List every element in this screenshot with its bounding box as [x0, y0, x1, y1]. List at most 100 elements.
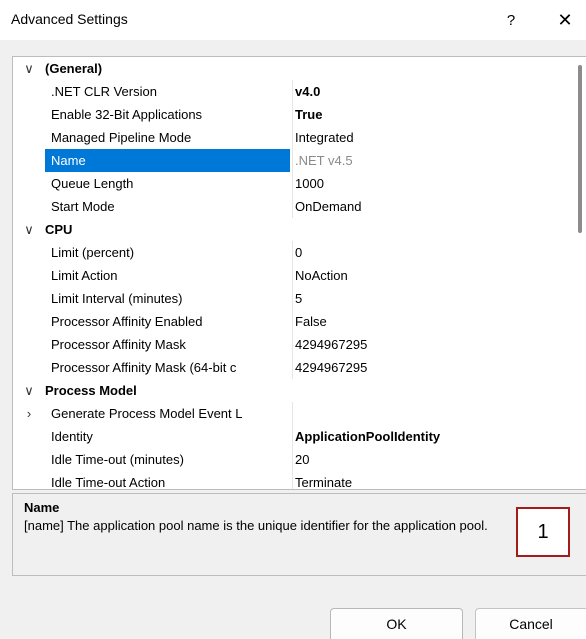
property-row[interactable]: Processor Affinity Mask 4294967295 [13, 333, 575, 356]
property-row[interactable]: Enable 32-Bit Applications True [13, 103, 575, 126]
column-divider [292, 287, 293, 310]
property-row[interactable]: Name .NET v4.5 [13, 149, 575, 172]
property-value[interactable]: 20 [294, 448, 574, 471]
property-row[interactable]: › Generate Process Model Event L [13, 402, 575, 425]
property-grid: ∨ (General) .NET CLR Version v4.0 Enable 32-… [12, 56, 586, 490]
cancel-button[interactable]: Cancel [475, 608, 586, 639]
row-gutter [13, 425, 45, 448]
description-title: Name [24, 500, 60, 515]
column-divider [292, 471, 293, 489]
column-divider [292, 126, 293, 149]
row-gutter [13, 356, 45, 379]
property-name: Limit Interval (minutes) [51, 291, 183, 306]
property-name: Processor Affinity Mask (64-bit c [51, 360, 237, 375]
column-divider [292, 241, 293, 264]
property-row[interactable]: Limit (percent) 0 [13, 241, 575, 264]
property-name: Processor Affinity Mask [51, 337, 186, 352]
property-row[interactable]: Limit Action NoAction [13, 264, 575, 287]
chevron-down-icon[interactable]: ∨ [13, 57, 45, 80]
property-row[interactable]: Managed Pipeline Mode Integrated [13, 126, 575, 149]
property-value[interactable] [294, 402, 574, 425]
description-panel: Name [name] The application pool name is… [12, 493, 586, 576]
column-divider [292, 195, 293, 218]
column-divider [292, 264, 293, 287]
property-row[interactable]: Identity ApplicationPoolIdentity [13, 425, 575, 448]
annotation-callout: 1 [516, 507, 570, 557]
close-button[interactable]: ✕ [550, 6, 580, 34]
column-divider [292, 80, 293, 103]
row-gutter [13, 333, 45, 356]
property-value[interactable]: 1000 [294, 172, 574, 195]
row-gutter [13, 471, 45, 489]
property-name: Processor Affinity Enabled [51, 314, 203, 329]
property-grid-rows: ∨ (General) .NET CLR Version v4.0 Enable 32-… [13, 57, 575, 490]
property-value[interactable]: ApplicationPoolIdentity [294, 425, 574, 448]
property-value[interactable]: .NET v4.5 [294, 149, 574, 172]
advanced-settings-dialog: Advanced Settings ? ✕ ∨ (General) .NET CLR… [0, 0, 586, 639]
property-name: Limit (percent) [51, 245, 135, 260]
column-divider [292, 149, 293, 172]
category-row[interactable]: ∨ (General) [13, 57, 575, 80]
column-divider [292, 172, 293, 195]
property-row[interactable]: Processor Affinity Mask (64-bit c 4294967… [13, 356, 575, 379]
property-value[interactable]: False [294, 310, 574, 333]
property-value[interactable]: v4.0 [294, 80, 574, 103]
vertical-scrollbar[interactable] [575, 57, 586, 489]
column-divider [292, 425, 293, 448]
chevron-down-icon[interactable]: ∨ [13, 379, 45, 402]
property-value[interactable]: 0 [294, 241, 574, 264]
row-gutter [13, 448, 45, 471]
category-name: Process Model [45, 383, 137, 398]
category-row[interactable]: ∨ CPU [13, 218, 575, 241]
property-row[interactable]: Idle Time-out Action Terminate [13, 471, 575, 490]
property-name: .NET CLR Version [51, 84, 157, 99]
column-divider [292, 333, 293, 356]
property-name: Enable 32-Bit Applications [51, 107, 203, 122]
row-gutter [13, 287, 45, 310]
column-divider [292, 448, 293, 471]
row-gutter [13, 103, 45, 126]
property-row[interactable]: Processor Affinity Enabled False [13, 310, 575, 333]
dialog-title: Advanced Settings [11, 11, 128, 27]
property-name: Idle Time-out Action [51, 475, 166, 490]
property-value[interactable]: 4294967295 [294, 333, 574, 356]
scrollbar-thumb[interactable] [578, 65, 582, 233]
property-name: Limit Action [51, 268, 118, 283]
category-row[interactable]: ∨ Process Model [13, 379, 575, 402]
row-gutter [13, 241, 45, 264]
chevron-down-icon[interactable]: ∨ [13, 218, 45, 241]
property-name: Managed Pipeline Mode [51, 130, 192, 145]
column-divider [292, 356, 293, 379]
title-bar: Advanced Settings ? ✕ [0, 0, 586, 40]
column-divider [292, 310, 293, 333]
property-value[interactable]: OnDemand [294, 195, 574, 218]
property-name: Identity [51, 429, 93, 444]
row-gutter [13, 195, 45, 218]
property-row[interactable]: Start Mode OnDemand [13, 195, 575, 218]
row-gutter [13, 149, 45, 172]
column-divider [292, 402, 293, 425]
row-gutter [13, 310, 45, 333]
property-value[interactable]: True [294, 103, 574, 126]
property-name: Generate Process Model Event L [51, 406, 243, 421]
chevron-right-icon[interactable]: › [13, 402, 45, 425]
row-gutter [13, 80, 45, 103]
property-row[interactable]: .NET CLR Version v4.0 [13, 80, 575, 103]
ok-button[interactable]: OK [330, 608, 463, 639]
help-button[interactable]: ? [496, 6, 526, 34]
property-value[interactable]: Terminate [294, 471, 574, 489]
property-value[interactable]: 5 [294, 287, 574, 310]
row-gutter [13, 264, 45, 287]
property-value[interactable]: Integrated [294, 126, 574, 149]
property-name: Idle Time-out (minutes) [51, 452, 184, 467]
property-row[interactable]: Queue Length 1000 [13, 172, 575, 195]
property-value[interactable]: 4294967295 [294, 356, 574, 379]
property-name: Start Mode [51, 199, 115, 214]
property-row[interactable]: Limit Interval (minutes) 5 [13, 287, 575, 310]
category-name: (General) [45, 61, 103, 76]
description-text: [name] The application pool name is the … [24, 518, 488, 533]
property-name: Name [45, 149, 290, 172]
property-value[interactable]: NoAction [294, 264, 574, 287]
property-row[interactable]: Idle Time-out (minutes) 20 [13, 448, 575, 471]
row-gutter [13, 126, 45, 149]
